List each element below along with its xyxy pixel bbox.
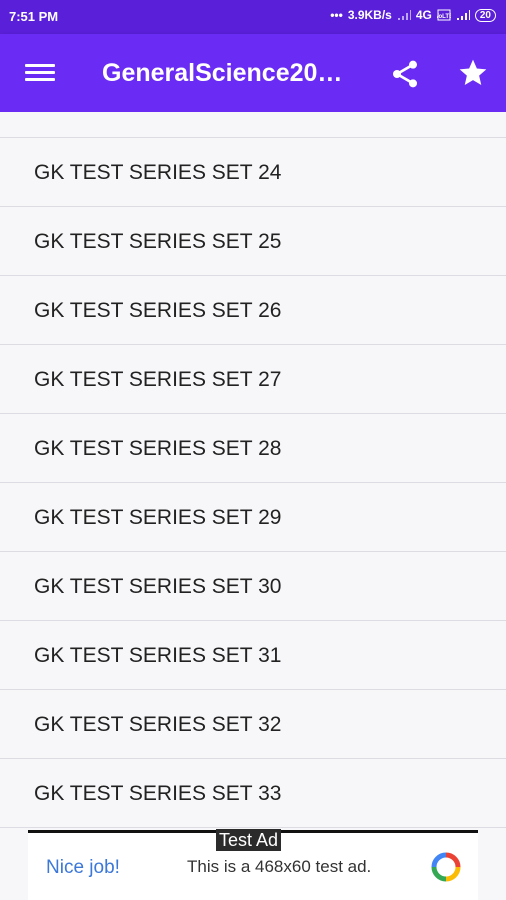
ad-body-text: This is a 468x60 test ad. bbox=[187, 857, 372, 876]
app-bar: GeneralScience20… bbox=[0, 34, 506, 112]
list-item[interactable]: GK TEST SERIES SET 29 bbox=[0, 484, 506, 552]
ad-headline[interactable]: Nice job! bbox=[46, 857, 120, 879]
list-item-label: GK TEST SERIES SET 32 bbox=[34, 713, 282, 736]
share-icon[interactable] bbox=[389, 58, 421, 90]
list-item-label: GK TEST SERIES SET 24 bbox=[34, 161, 282, 184]
list-item[interactable]: GK TEST SERIES SET 27 bbox=[0, 346, 506, 414]
network-type: 4G bbox=[415, 8, 432, 22]
banner-ad[interactable]: Test Ad Nice job! This is a 468x60 test … bbox=[28, 829, 478, 900]
signal-strength-icon bbox=[456, 10, 470, 20]
list-item-partial[interactable] bbox=[0, 112, 506, 138]
net-speed: 3.9KB/s bbox=[347, 8, 392, 22]
list-item-label: GK TEST SERIES SET 26 bbox=[34, 299, 282, 322]
list-item[interactable]: GK TEST SERIES SET 32 bbox=[0, 691, 506, 759]
test-ad-badge: Test Ad bbox=[216, 829, 282, 851]
app-title: GeneralScience20… bbox=[102, 59, 343, 87]
list-item[interactable]: GK TEST SERIES SET 33 bbox=[0, 760, 506, 828]
list-item-label: GK TEST SERIES SET 27 bbox=[34, 368, 282, 391]
list-item[interactable]: GK TEST SERIES SET 31 bbox=[0, 622, 506, 690]
list-item-label: GK TEST SERIES SET 31 bbox=[34, 644, 282, 667]
svg-text:VoLTE: VoLTE bbox=[437, 14, 451, 20]
status-bar: 7:51 PM ••• 3.9KB/s 4G VoLTE 20 bbox=[0, 0, 506, 34]
list-item[interactable]: GK TEST SERIES SET 28 bbox=[0, 415, 506, 483]
list-item-label: GK TEST SERIES SET 29 bbox=[34, 506, 282, 529]
ad-logo-icon[interactable] bbox=[430, 851, 462, 883]
test-series-list: GK TEST SERIES SET 24 GK TEST SERIES SET… bbox=[0, 112, 506, 828]
list-item-label: GK TEST SERIES SET 25 bbox=[34, 230, 282, 253]
status-icons: ••• 3.9KB/s 4G VoLTE 20 bbox=[330, 8, 496, 22]
list-item[interactable]: GK TEST SERIES SET 24 bbox=[0, 139, 506, 207]
list-item[interactable]: GK TEST SERIES SET 30 bbox=[0, 553, 506, 621]
star-icon[interactable] bbox=[457, 57, 489, 89]
list-item[interactable]: GK TEST SERIES SET 26 bbox=[0, 277, 506, 345]
status-dots: ••• bbox=[330, 8, 343, 22]
list-item-label: GK TEST SERIES SET 33 bbox=[34, 782, 282, 805]
hamburger-menu-icon[interactable] bbox=[25, 60, 55, 86]
status-time: 7:51 PM bbox=[9, 9, 59, 24]
list-item-label: GK TEST SERIES SET 30 bbox=[34, 575, 282, 598]
volte-icon: VoLTE bbox=[437, 9, 451, 21]
list-item-label: GK TEST SERIES SET 28 bbox=[34, 437, 282, 460]
list-item[interactable]: GK TEST SERIES SET 25 bbox=[0, 208, 506, 276]
battery-icon: 20 bbox=[474, 8, 496, 22]
signal-icon bbox=[397, 10, 411, 20]
